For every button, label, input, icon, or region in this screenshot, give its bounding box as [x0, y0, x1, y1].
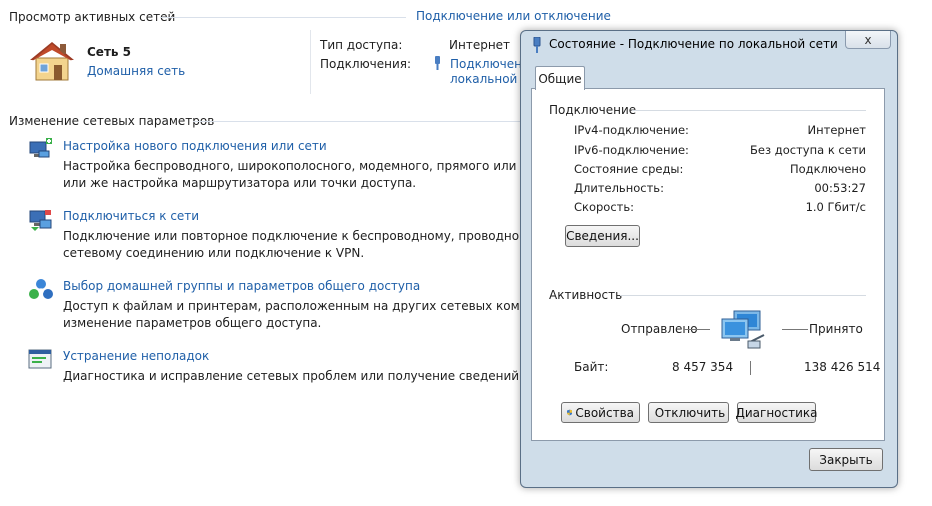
ipv4-label: IPv4-подключение: — [574, 123, 689, 137]
connection-group-label: Подключение — [549, 103, 643, 117]
info-row: IPv6-подключение: Без доступа к сети — [574, 143, 866, 161]
activity-separator — [750, 361, 751, 375]
close-button[interactable]: Закрыть — [809, 448, 883, 471]
disable-button-label: Отключить — [654, 405, 726, 420]
vertical-divider — [310, 30, 311, 94]
ipv4-value: Интернет — [807, 123, 867, 137]
connect-to-network-desc1: Подключение или повторное подключение к … — [63, 229, 575, 243]
activity-group-label: Активность — [549, 288, 629, 302]
connections-label: Подключения: — [320, 57, 412, 71]
sent-line — [684, 329, 710, 330]
network-name: Сеть 5 — [87, 45, 132, 59]
homegroup-sharing-desc2: изменение параметров общего доступа. — [63, 316, 322, 330]
dialog-close-x-button[interactable]: x — [845, 31, 891, 49]
change-settings-divider — [193, 121, 523, 122]
bytes-sent-value: 8 457 354 — [672, 360, 734, 374]
uac-shield-icon — [567, 409, 573, 416]
troubleshoot-desc1: Диагностика и исправление сетевых пробле… — [63, 369, 586, 383]
troubleshoot-link[interactable]: Устранение неполадок — [63, 349, 209, 363]
network-activity-icon — [718, 309, 776, 357]
status-dialog: Состояние - Подключение по локальной сет… — [520, 30, 898, 488]
setup-new-connection-desc1: Настройка беспроводного, широкополосного… — [63, 159, 573, 173]
homegroup-icon — [28, 278, 54, 302]
setup-new-connection-desc2: или же настройка маршрутизатора или точк… — [63, 176, 417, 190]
info-row: Скорость: 1.0 Гбит/с — [574, 200, 866, 218]
info-row: Состояние среды: Подключено — [574, 162, 866, 180]
speed-label: Скорость: — [574, 200, 635, 214]
media-state-label: Состояние среды: — [574, 162, 684, 176]
connect-network-icon — [28, 208, 54, 232]
duration-value: 00:53:27 — [814, 181, 866, 195]
change-settings-header: Изменение сетевых параметров — [9, 114, 215, 128]
received-line — [782, 329, 808, 330]
properties-button-label: Свойства — [575, 405, 634, 420]
ipv6-label: IPv6-подключение: — [574, 143, 689, 157]
general-tab-panel: Подключение IPv4-подключение: Интернет I… — [531, 88, 885, 441]
connect-to-network-desc2: сетевому соединению или подключение к VP… — [63, 246, 365, 260]
active-networks-header: Просмотр активных сетей — [9, 10, 176, 24]
media-state-value: Подключено — [789, 162, 866, 176]
homegroup-sharing-link[interactable]: Выбор домашней группы и параметров общег… — [63, 279, 420, 293]
activity-group-line — [620, 295, 866, 296]
dialog-title: Состояние - Подключение по локальной сет… — [549, 37, 838, 51]
connection-link-line2[interactable]: локальной с — [450, 72, 528, 86]
access-type-label: Тип доступа: — [320, 38, 403, 52]
received-label: Принято — [809, 322, 863, 336]
details-button[interactable]: Сведения... — [565, 225, 640, 247]
tab-general[interactable]: Общие — [535, 66, 585, 90]
info-row: Длительность: 00:53:27 — [574, 181, 866, 199]
connect-disconnect-link[interactable]: Подключение или отключение — [416, 9, 611, 23]
ethernet-plug-icon — [433, 56, 442, 70]
dialog-ethernet-icon — [531, 36, 543, 53]
network-type-link[interactable]: Домашняя сеть — [87, 64, 185, 78]
speed-value: 1.0 Гбит/с — [805, 200, 866, 214]
diagnose-button[interactable]: Диагностика — [736, 402, 818, 423]
properties-button[interactable]: Свойства — [561, 402, 640, 423]
access-type-value: Интернет — [449, 38, 511, 52]
header-divider — [160, 17, 406, 18]
troubleshoot-icon — [28, 348, 54, 372]
connect-to-network-link[interactable]: Подключиться к сети — [63, 209, 199, 223]
home-network-icon — [26, 38, 78, 84]
setup-new-connection-link[interactable]: Настройка нового подключения или сети — [63, 139, 327, 153]
homegroup-sharing-desc1: Доступ к файлам и принтерам, расположенн… — [63, 299, 597, 313]
ipv6-value: Без доступа к сети — [750, 143, 866, 157]
bytes-received-value: 138 426 514 — [804, 360, 881, 374]
duration-label: Длительность: — [574, 181, 664, 195]
connection-group-line — [632, 110, 866, 111]
new-connection-icon — [28, 138, 54, 162]
info-row: IPv4-подключение: Интернет — [574, 123, 866, 141]
close-icon: x — [864, 32, 872, 47]
disable-button[interactable]: Отключить — [648, 402, 729, 423]
bytes-label: Байт: — [574, 360, 609, 374]
